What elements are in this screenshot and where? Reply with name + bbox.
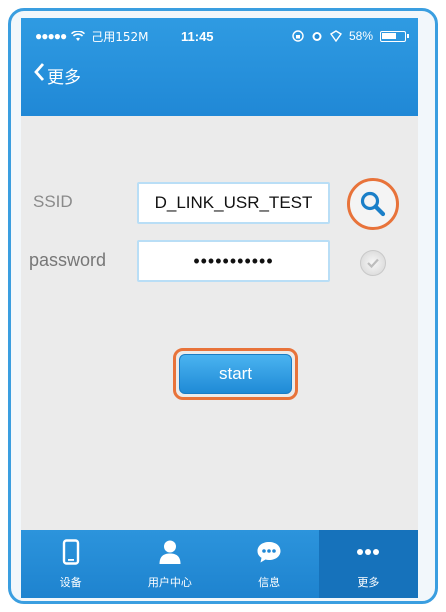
checkmark-icon [366,257,380,269]
tab-label: 用户中心 [147,576,192,589]
battery-icon [380,30,409,42]
ssid-row: SSID [21,178,418,230]
back-label: 更多 [47,67,81,88]
user-icon [158,538,182,566]
ssid-input[interactable] [137,182,330,224]
back-button[interactable]: 更多 [33,60,81,90]
tab-messages[interactable]: 信息 [220,530,319,598]
app-screen: ●●●●● 己用152M 11:45 58% 更多 SSID D_LINK_US… [21,18,418,598]
search-icon [359,190,387,218]
password-input[interactable] [137,240,330,282]
alarm-icon [311,30,323,42]
tab-label: 设备 [59,576,82,589]
show-password-toggle[interactable] [360,250,386,276]
tab-label: 更多 [357,576,380,589]
tab-user-center[interactable]: 用户中心 [120,530,219,598]
header: ●●●●● 己用152M 11:45 58% 更多 [21,18,418,116]
start-button[interactable]: start [179,354,292,394]
phone-icon [62,538,80,566]
ssid-label: SSID [33,192,73,211]
more-icon [356,538,380,566]
tab-bar: 设备 用户中心 信息 更多 [21,530,418,598]
signal-strength: ●●●●● [35,29,67,43]
chevron-left-icon [33,62,45,88]
chat-icon [256,538,282,566]
status-bar: ●●●●● 己用152M 11:45 58% [21,18,418,54]
search-button[interactable] [347,178,399,230]
battery-percent: 58% [348,29,373,43]
start-button-highlight: start [173,348,298,400]
password-label: password [29,250,107,270]
tab-more[interactable]: 更多 [318,530,418,598]
status-right: 58% [292,29,409,43]
memory-usage: 己用152M [91,29,149,44]
password-row: password [21,238,418,286]
tab-devices[interactable]: 设备 [21,530,120,598]
wifi-icon [71,30,86,42]
location-icon [329,30,342,42]
lock-rotation-icon [292,30,304,42]
status-time: 11:45 [181,28,214,44]
tab-label: 信息 [258,576,281,589]
